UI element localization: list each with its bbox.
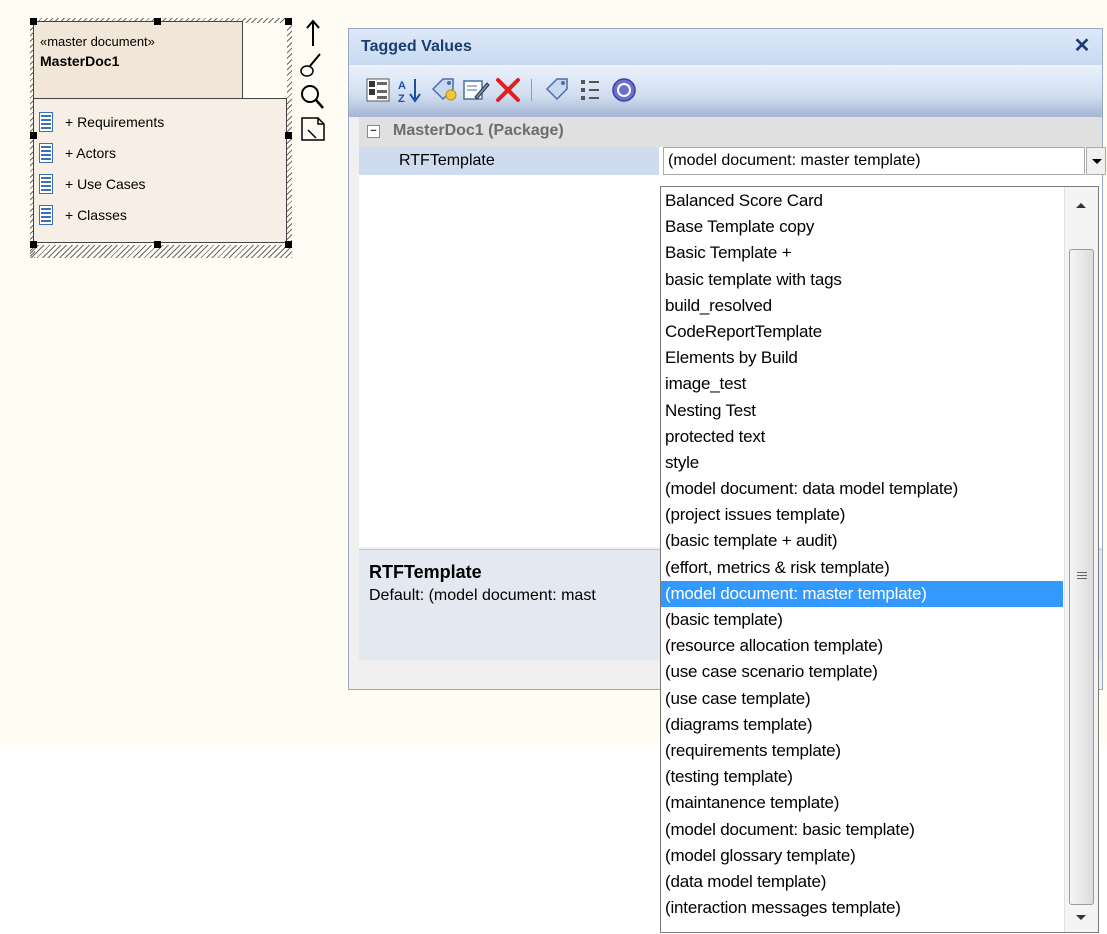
resize-handle-nw[interactable] (30, 18, 37, 25)
toolbar-separator (531, 79, 532, 101)
dropdown-option[interactable]: Elements by Build (661, 345, 1063, 371)
dropdown-option[interactable]: (testing template) (661, 764, 1063, 790)
package-item-label: + Classes (65, 207, 127, 223)
collapse-icon[interactable]: − (367, 125, 380, 138)
package-tab[interactable]: «master document» MasterDoc1 (33, 21, 243, 99)
window-title-bar[interactable]: Tagged Values ✕ (349, 29, 1102, 65)
dropdown-option[interactable]: (model document: basic template) (661, 817, 1063, 843)
chevron-down-icon[interactable] (1086, 147, 1106, 175)
svg-text:Z: Z (398, 93, 405, 105)
property-row[interactable]: RTFTemplate (model document: master temp… (359, 147, 1106, 177)
scroll-down-icon[interactable] (1071, 907, 1091, 927)
scroll-up-icon[interactable] (1071, 195, 1091, 215)
resize-handle-w[interactable] (30, 132, 37, 139)
resize-handle-s[interactable] (154, 241, 161, 248)
package-item-label: + Requirements (65, 114, 165, 130)
grip-line (1077, 572, 1087, 573)
svg-text:A: A (398, 80, 406, 92)
dropdown-option[interactable]: (interaction messages template) (661, 895, 1063, 921)
package-name: MasterDoc1 (40, 53, 120, 69)
dropdown-option[interactable]: (diagrams template) (661, 712, 1063, 738)
document-icon (39, 174, 53, 194)
selection-border-bottom (30, 245, 292, 258)
notes-text: Default: (model document: mast (369, 587, 596, 604)
dropdown-option[interactable]: (model document: data model template) (661, 476, 1063, 502)
category-row[interactable]: − MasterDoc1 (Package) (359, 117, 1102, 147)
edit-note-icon[interactable] (461, 75, 491, 105)
help-icon[interactable] (609, 75, 639, 105)
document-icon (39, 143, 53, 163)
magnifier-icon[interactable] (296, 82, 330, 112)
dropdown-option[interactable]: (basic template) (661, 607, 1063, 633)
sort-alphabetical-icon[interactable]: AZ (395, 75, 425, 105)
dropdown-option[interactable]: (maintanence template) (661, 790, 1063, 816)
dropdown-option-selected[interactable]: (model document: master template) (661, 580, 1063, 607)
checklist-icon[interactable] (575, 75, 605, 105)
category-label: MasterDoc1 (Package) (393, 122, 564, 139)
dropdown-option[interactable]: Nesting Test (661, 398, 1063, 424)
dropdown-option[interactable]: (use case template) (661, 686, 1063, 712)
note-icon[interactable] (296, 114, 330, 144)
group-by-category-icon[interactable] (363, 75, 393, 105)
scrollbar-thumb[interactable] (1069, 249, 1094, 905)
package-item-actors[interactable]: + Actors (39, 140, 116, 166)
dropdown-scrollbar[interactable] (1064, 187, 1098, 932)
property-value-combo[interactable]: (model document: master template) (663, 147, 1085, 175)
close-button[interactable]: ✕ (1070, 34, 1094, 58)
resize-handle-se[interactable] (285, 241, 292, 248)
dropdown-option[interactable]: (resource allocation template) (661, 633, 1063, 659)
tag-icon[interactable] (543, 75, 573, 105)
resize-handle-e[interactable] (285, 132, 292, 139)
new-tag-icon[interactable] (429, 75, 459, 105)
property-name[interactable]: RTFTemplate (359, 147, 659, 175)
dropdown-option[interactable]: (data model template) (661, 869, 1063, 895)
dropdown-option[interactable]: (project issues template) (661, 502, 1063, 528)
package-item-use-cases[interactable]: + Use Cases (39, 171, 146, 197)
arrow-up-icon[interactable] (296, 18, 330, 48)
dropdown-option[interactable]: CodeReportTemplate (661, 319, 1063, 345)
dropdown-option[interactable]: Balanced Score Card (661, 188, 1063, 214)
document-icon (39, 112, 53, 132)
package-item-classes[interactable]: + Classes (39, 202, 127, 228)
paint-brush-icon[interactable] (296, 50, 330, 80)
dropdown-option[interactable]: Base Template copy (661, 214, 1063, 240)
dropdown-option[interactable]: (requirements template) (661, 738, 1063, 764)
package-item-label: + Use Cases (65, 176, 146, 192)
notes-title: RTFTemplate (369, 562, 482, 582)
resize-handle-sw[interactable] (30, 241, 37, 248)
document-icon (39, 205, 53, 225)
package-stereotype: «master document» (40, 34, 155, 49)
delete-icon[interactable] (493, 75, 523, 105)
dropdown-option[interactable]: protected text (661, 424, 1063, 450)
package-body[interactable]: + Requirements + Actors + Use Cases + Cl… (33, 98, 287, 243)
dropdown-option[interactable]: Basic Template + (661, 240, 1063, 266)
dropdown-options: Balanced Score Card Base Template copy Bas… (661, 188, 1063, 921)
grip-line (1077, 575, 1087, 576)
template-dropdown-list[interactable]: Balanced Score Card Base Template copy Bas… (660, 186, 1099, 933)
dropdown-option[interactable]: build_resolved (661, 293, 1063, 319)
window-title: Tagged Values (361, 38, 472, 55)
package-item-label: + Actors (65, 145, 116, 161)
package-item-requirements[interactable]: + Requirements (39, 109, 164, 135)
resize-handle-n[interactable] (154, 18, 161, 25)
dropdown-option[interactable]: (basic template + audit) (661, 528, 1063, 554)
resize-handle-ne[interactable] (285, 18, 292, 25)
toolbar: AZ (349, 65, 1102, 117)
grip-line (1077, 578, 1087, 579)
package-element[interactable]: «master document» MasterDoc1 + Requireme… (30, 18, 292, 258)
quick-tools (296, 18, 336, 158)
dropdown-option[interactable]: (effort, metrics & risk template) (661, 555, 1063, 581)
dropdown-option[interactable]: (model glossary template) (661, 843, 1063, 869)
dropdown-option[interactable]: style (661, 450, 1063, 476)
dropdown-option[interactable]: (use case scenario template) (661, 659, 1063, 685)
dropdown-option[interactable]: basic template with tags (661, 267, 1063, 293)
dropdown-option[interactable]: image_test (661, 371, 1063, 397)
